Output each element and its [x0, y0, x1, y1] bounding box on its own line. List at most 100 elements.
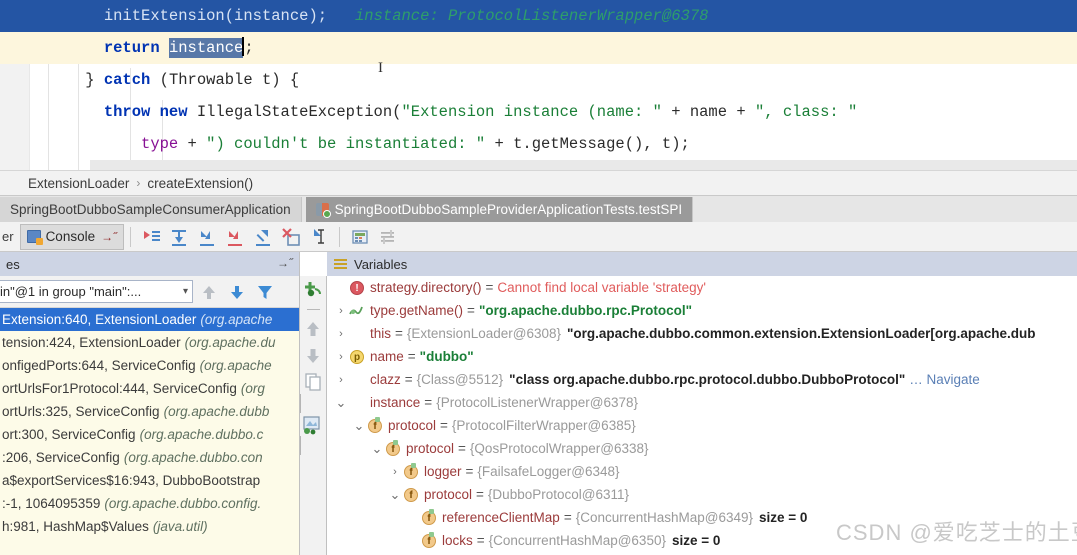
breadcrumb-class[interactable]: ExtensionLoader	[28, 176, 129, 191]
variable-value: "dubbo"	[419, 349, 474, 364]
collapse-panel-icon[interactable]: →˝	[277, 256, 293, 270]
variable-row[interactable]: f referenceClientMap = {ConcurrentHashMap@6…	[327, 506, 1077, 529]
code-line[interactable]: return instance;	[0, 32, 1077, 64]
variable-row[interactable]: › type.getName() = "org.apache.dubbo.rpc.Pr…	[327, 299, 1077, 322]
remove-watch-icon[interactable]	[306, 309, 320, 310]
variable-row[interactable]: › clazz = {Class@5512} "class org.apache.dub…	[327, 368, 1077, 391]
variable-row[interactable]: ⌄ f protocol = {QosProtocolWrapper@6338}	[327, 437, 1077, 460]
frame-row[interactable]: :206, ServiceConfig (org.apache.dubbo.con	[0, 446, 299, 469]
variables-panel[interactable]: Variables ! strategy.directory() = Cannot f…	[327, 252, 1077, 555]
variable-row[interactable]: › f logger = {FailsafeLogger@6348}	[327, 460, 1077, 483]
editor-bottom-shadow	[90, 160, 1077, 170]
breadcrumb-separator-icon: ›	[136, 176, 141, 190]
breadcrumb[interactable]: ExtensionLoader › createExtension()	[0, 170, 1077, 196]
run-tab[interactable]: SpringBootDubboSampleConsumerApplication	[0, 197, 302, 222]
frames-down-icon[interactable]	[225, 280, 249, 304]
frames-up-icon[interactable]	[197, 280, 221, 304]
equals-sign: =	[440, 418, 448, 433]
eval-icon	[349, 303, 365, 319]
code-line[interactable]: initExtension(instance); instance: Proto…	[0, 0, 1077, 32]
variable-row[interactable]: › p name = "dubbo"	[327, 345, 1077, 368]
expand-collapse-icon-open[interactable]: ⌄	[369, 441, 385, 457]
frame-row[interactable]: ort:300, ServiceConfig (org.apache.dubbo.…	[0, 423, 299, 446]
code-line[interactable]: type + ") couldn't be instantiated: " + …	[0, 128, 1077, 160]
copy-icon[interactable]	[300, 369, 326, 395]
frame-row[interactable]: Extension:640, ExtensionLoader (org.apach…	[0, 308, 299, 331]
frame-row[interactable]: h:981, HashMap$Values (java.util)	[0, 515, 299, 538]
expand-collapse-icon-closed[interactable]: ›	[333, 305, 349, 317]
navigate-link[interactable]: … Navigate	[909, 372, 980, 387]
frame-location: ort:300, ServiceConfig	[2, 427, 136, 442]
expand-collapse-icon-closed[interactable]: ›	[333, 374, 349, 386]
frame-row[interactable]: ortUrls:325, ServiceConfig (org.apache.du…	[0, 400, 299, 423]
variable-value-detail: size = 0	[671, 533, 721, 548]
expand-collapse-icon-open[interactable]: ⌄	[387, 487, 403, 503]
param-icon: p	[349, 349, 365, 365]
variable-name: logger	[424, 464, 462, 479]
variable-name: locks	[442, 533, 473, 548]
add-watch-icon[interactable]	[300, 276, 326, 302]
variable-row[interactable]: f locks = {ConcurrentHashMap@6350} size = 0	[327, 529, 1077, 552]
run-configuration-tabs[interactable]: SpringBootDubboSampleConsumerApplication…	[0, 196, 1077, 222]
variable-value: Cannot find local variable 'strategy'	[497, 280, 706, 295]
expand-collapse-icon-closed[interactable]: ›	[333, 351, 349, 363]
variable-name: instance	[370, 395, 421, 410]
settings-lines-icon[interactable]	[377, 226, 399, 248]
console-tab-button[interactable]: Console →˝	[19, 223, 125, 250]
code-lines[interactable]: initExtension(instance); instance: Proto…	[0, 0, 1077, 170]
chevron-down-icon[interactable]: ▾	[183, 286, 188, 297]
frames-toolbar[interactable]: in"@1 in group "main":... ▾	[0, 276, 299, 308]
variable-row[interactable]: ⌄ f protocol = {DubboProtocol@6311}	[327, 483, 1077, 506]
step-into-icon[interactable]	[196, 226, 218, 248]
variable-row[interactable]: ⌄ instance = {ProtocolListenerWrapper@6378}	[327, 391, 1077, 414]
inspect-icon[interactable]	[300, 394, 326, 455]
frame-row[interactable]: a$exportServices$16:943, DubboBootstrap	[0, 469, 299, 492]
variable-name: strategy.directory()	[370, 280, 482, 295]
frame-location: a$exportServices$16:943, DubboBootstrap	[2, 473, 261, 488]
variable-name: clazz	[370, 372, 401, 387]
frame-location: h:981, HashMap$Values	[2, 519, 149, 534]
frame-package: (org.apache	[200, 312, 273, 327]
debugger-toolbar[interactable]: er Console →˝	[0, 222, 1077, 252]
variable-value: {FailsafeLogger@6348}	[477, 464, 620, 479]
frame-row[interactable]: ortUrlsFor1Protocol:444, ServiceConfig (o…	[0, 377, 299, 400]
thread-selector[interactable]: in"@1 in group "main":... ▾	[0, 280, 193, 303]
frames-list[interactable]: Extension:640, ExtensionLoader (org.apach…	[0, 308, 299, 555]
variable-row[interactable]: ⌄ f protocol = {ProtocolFilterWrapper@6385}	[327, 414, 1077, 437]
filter-icon[interactable]	[253, 280, 277, 304]
console-pin-icon[interactable]: →˝	[101, 230, 117, 244]
frame-package: (org.apache.dubbo.con	[123, 450, 263, 465]
list-icon	[349, 395, 365, 411]
frame-package: (org.apache.dubbo.c	[139, 427, 264, 442]
frame-row[interactable]: :-1, 1064095359 (org.apache.dubbo.config.	[0, 492, 299, 515]
variable-name: type.getName()	[370, 303, 464, 318]
force-step-into-icon[interactable]	[224, 226, 246, 248]
code-line[interactable]: throw new IllegalStateException("Extensi…	[0, 96, 1077, 128]
frame-row[interactable]: onfigedPorts:644, ServiceConfig (org.apac…	[0, 354, 299, 377]
step-out-icon[interactable]	[252, 226, 274, 248]
expand-collapse-icon-open[interactable]: ⌄	[351, 418, 367, 434]
variables-tree[interactable]: ! strategy.directory() = Cannot find local …	[327, 276, 1077, 552]
breadcrumb-method[interactable]: createExtension()	[147, 176, 253, 191]
frame-row[interactable]: tension:424, ExtensionLoader (org.apache.…	[0, 331, 299, 354]
code-editor[interactable]: initExtension(instance); instance: Proto…	[0, 0, 1077, 170]
run-to-cursor-icon[interactable]	[308, 226, 330, 248]
variable-row[interactable]: ! strategy.directory() = Cannot find local …	[327, 276, 1077, 299]
expand-collapse-icon-open[interactable]: ⌄	[333, 395, 349, 411]
step-over-icon[interactable]	[168, 226, 190, 248]
move-up-icon[interactable]	[300, 317, 326, 343]
variables-side-toolbar[interactable]	[300, 276, 327, 555]
frames-panel[interactable]: es →˝ in"@1 in group "main":... ▾ Extens…	[0, 252, 300, 555]
move-down-icon[interactable]	[300, 343, 326, 369]
drop-frame-icon[interactable]	[280, 226, 302, 248]
expand-collapse-icon-closed[interactable]: ›	[333, 328, 349, 340]
expand-collapse-icon-closed[interactable]: ›	[387, 466, 403, 478]
toolbar-divider	[130, 226, 132, 247]
equals-sign: =	[485, 280, 494, 295]
variable-row[interactable]: › this = {ExtensionLoader@6308} "org.apache.…	[327, 322, 1077, 345]
frame-package: (org.apache.dubb	[163, 404, 270, 419]
run-tab[interactable]: SpringBootDubboSampleProviderApplication…	[305, 197, 694, 222]
evaluate-expression-icon[interactable]	[349, 226, 371, 248]
show-execution-point-icon[interactable]	[140, 226, 162, 248]
code-line[interactable]: } catch (Throwable t) {	[0, 64, 1077, 96]
